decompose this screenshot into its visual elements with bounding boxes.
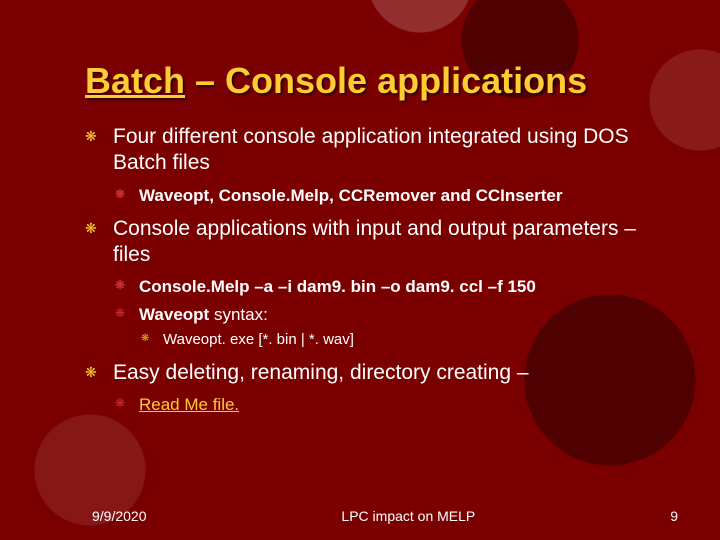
footer-date: 9/9/2020 [92,508,147,524]
bullet-3-1: Read Me file. [113,394,650,415]
bullet-3-sub: Read Me file. [113,394,650,415]
bullet-2-text: Console applications with input and outp… [113,217,636,266]
bullet-1-text: Four different console application integ… [113,125,629,174]
slide-title: Batch – Console applications [85,60,650,102]
bullet-2: Console applications with input and outp… [85,216,650,350]
title-rest: – Console applications [185,60,587,101]
bullet-3-text: Easy deleting, renaming, directory creat… [113,361,529,384]
bullet-1-sub: Waveopt, Console.Melp, CCRemover and CCI… [113,185,650,206]
bullet-2-sub: Console.Melp –a –i dam9. bin –o dam9. cc… [113,276,650,349]
bullet-2-1: Console.Melp –a –i dam9. bin –o dam9. cc… [113,276,650,297]
bullet-2-2-1: Waveopt. exe [*. bin | *. wav] [139,331,650,350]
read-me-link[interactable]: Read Me file. [139,395,239,414]
bullet-list: Four different console application integ… [85,124,650,415]
bullet-2-2: Waveopt syntax: Waveopt. exe [*. bin | *… [113,304,650,350]
bullet-2-2-sub: Waveopt. exe [*. bin | *. wav] [139,331,650,350]
bullet-1: Four different console application integ… [85,124,650,206]
bullet-2-2-rest: syntax: [209,305,268,324]
bullet-3: Easy deleting, renaming, directory creat… [85,360,650,416]
bullet-2-2-bold: Waveopt [139,305,209,324]
footer-center: LPC impact on MELP [341,508,475,524]
title-underlined: Batch [85,60,185,101]
bullet-1-1: Waveopt, Console.Melp, CCRemover and CCI… [113,185,650,206]
footer-page: 9 [670,508,678,524]
footer: 9/9/2020 LPC impact on MELP 9 [0,508,720,524]
slide: Batch – Console applications Four differ… [0,0,720,540]
